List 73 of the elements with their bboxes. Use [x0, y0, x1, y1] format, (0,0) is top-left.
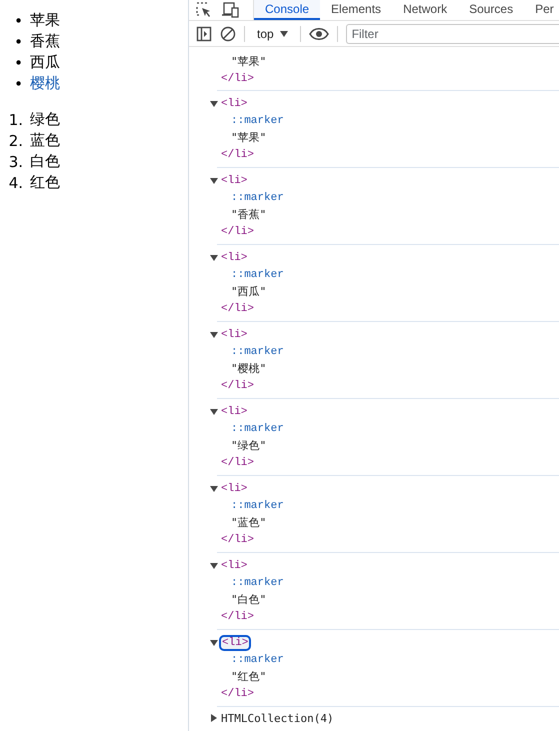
string-value: "红色" [231, 669, 266, 684]
string-value: "香蕉" [231, 207, 266, 222]
string-value: "绿色" [231, 438, 266, 453]
pseudo-element: ::marker [231, 114, 284, 126]
list-number: 1. [8, 110, 24, 128]
inspect-icon[interactable] [196, 2, 212, 18]
pseudo-element: ::marker [231, 268, 284, 280]
opening-tag[interactable]: <li> [221, 636, 250, 648]
string-value: "苹果" [231, 130, 266, 145]
pseudo-element: ::marker [231, 654, 284, 666]
closing-tag: </li> [221, 72, 254, 84]
closing-tag: </li> [221, 302, 254, 314]
expanded-triangle-icon[interactable] [210, 254, 218, 262]
list-item-text: 苹果 [30, 11, 60, 30]
list-item-text: 樱桃 [30, 74, 60, 93]
bullet: • [13, 74, 24, 92]
string-value: "蓝色" [231, 515, 266, 530]
collapsed-triangle-icon[interactable] [210, 714, 218, 722]
devtools-tab[interactable]: Per [524, 0, 559, 20]
list-item-text: 香蕉 [30, 32, 60, 51]
devtools-tab[interactable]: Elements [320, 0, 392, 20]
expanded-triangle-icon[interactable] [210, 484, 218, 492]
opening-tag[interactable]: <li> [221, 560, 248, 572]
list-number: 2. [8, 132, 24, 150]
devtools-tab[interactable]: Sources [458, 0, 524, 20]
closing-tag: </li> [221, 534, 254, 546]
opening-tag[interactable]: <li> [221, 98, 248, 110]
expanded-triangle-icon[interactable] [210, 100, 218, 108]
list-number: 3. [8, 152, 24, 170]
closing-tag: </li> [221, 688, 254, 700]
bullet: • [13, 54, 24, 72]
list-item-text: 白色 [30, 152, 60, 171]
clear-icon[interactable] [220, 26, 236, 42]
list-item-text: 红色 [30, 173, 60, 192]
expanded-triangle-icon[interactable] [210, 638, 218, 646]
sidebar-icon[interactable] [196, 26, 212, 42]
pseudo-element: ::marker [231, 576, 284, 588]
filter-field[interactable]: Filter [346, 24, 559, 44]
opening-tag[interactable]: <li> [221, 328, 248, 340]
closing-tag: </li> [221, 226, 254, 238]
string-value: "樱桃" [231, 361, 266, 376]
opening-tag[interactable]: <li> [221, 406, 248, 418]
expanded-triangle-icon[interactable] [210, 408, 218, 416]
closing-tag: </li> [221, 148, 254, 160]
dropdown-caret-icon [280, 30, 288, 36]
pseudo-element: ::marker [231, 346, 284, 358]
string-value: "西瓜" [231, 284, 266, 299]
string-value: "白色" [231, 592, 266, 607]
bullet: • [13, 32, 24, 50]
bullet: • [13, 12, 24, 30]
list-item-text: 蓝色 [30, 131, 60, 150]
opening-tag[interactable]: <li> [221, 252, 248, 264]
closing-tag: </li> [221, 380, 254, 392]
opening-tag[interactable]: <li> [221, 482, 248, 494]
device-icon[interactable] [222, 2, 240, 18]
eye-icon[interactable] [308, 26, 329, 40]
devtools-tab[interactable]: Console [254, 0, 320, 20]
pseudo-element: ::marker [231, 422, 284, 434]
pseudo-element: ::marker [231, 192, 284, 204]
list-number: 4. [8, 174, 24, 192]
collection-summary[interactable]: HTMLCollection(4) [221, 712, 334, 724]
list-item-text: 绿色 [30, 110, 60, 129]
expanded-triangle-icon[interactable] [210, 562, 218, 570]
expanded-triangle-icon[interactable] [210, 330, 218, 338]
devtools-tab[interactable]: Network [392, 0, 458, 20]
pseudo-element: ::marker [231, 500, 284, 512]
context-dropdown[interactable]: top [253, 26, 292, 40]
opening-tag[interactable]: <li> [221, 174, 248, 186]
string-value: "苹果" [231, 54, 266, 69]
closing-tag: </li> [221, 610, 254, 622]
expanded-triangle-icon[interactable] [210, 176, 218, 184]
list-item-text: 西瓜 [30, 53, 60, 72]
closing-tag: </li> [221, 456, 254, 468]
